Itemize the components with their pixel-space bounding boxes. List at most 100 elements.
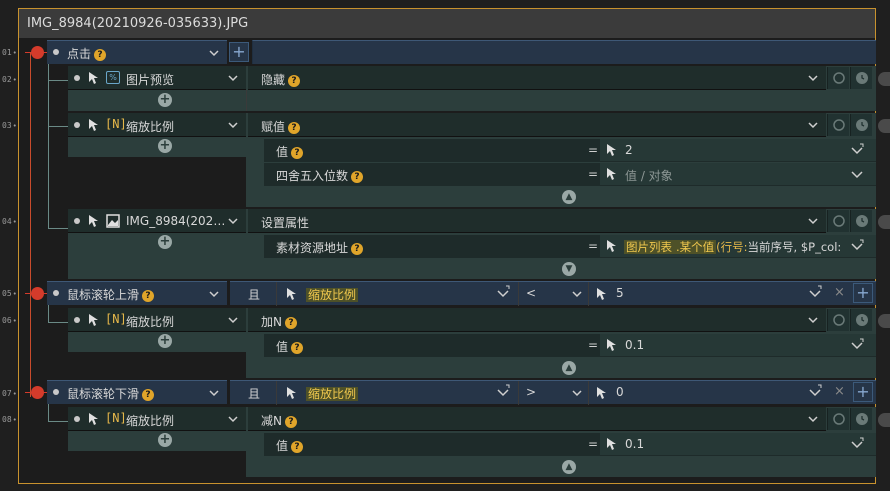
- chevron-down-icon[interactable]: [226, 214, 240, 228]
- breakpoint-toggle[interactable]: [25, 386, 50, 399]
- chevron-down-icon[interactable]: [226, 313, 240, 327]
- help-icon[interactable]: ?: [288, 75, 301, 87]
- collapse-button[interactable]: ▲: [562, 190, 576, 204]
- target-selector[interactable]: [N] 缩放比例: [68, 308, 246, 332]
- action-selector[interactable]: 减N?: [248, 407, 826, 431]
- operator-select[interactable]: >: [526, 385, 536, 399]
- target-selector[interactable]: [N] 缩放比例: [68, 113, 246, 137]
- chevron-down-icon[interactable]: [207, 46, 221, 60]
- value-input[interactable]: 2: [600, 139, 876, 161]
- collapse-button[interactable]: ▼: [562, 262, 576, 276]
- drag-handle[interactable]: [74, 122, 80, 128]
- action-selector[interactable]: 设置属性: [248, 209, 826, 233]
- expand-chevron-icon[interactable]: [496, 285, 510, 299]
- refresh-button[interactable]: [827, 408, 849, 430]
- refresh-button[interactable]: [827, 210, 849, 232]
- remove-condition-button[interactable]: ×: [834, 384, 845, 399]
- help-icon[interactable]: ?: [284, 416, 297, 428]
- help-icon[interactable]: ?: [284, 317, 297, 329]
- event-selector-click[interactable]: 点击?: [47, 40, 227, 64]
- add-action-button[interactable]: +: [158, 235, 172, 249]
- add-condition-button[interactable]: +: [853, 283, 873, 303]
- side-handle[interactable]: [878, 119, 890, 133]
- chevron-down-icon[interactable]: [806, 118, 820, 132]
- target-selector[interactable]: IMG_8984(202…: [68, 209, 246, 233]
- breakpoint-toggle[interactable]: [25, 287, 50, 300]
- breakpoint-toggle[interactable]: [25, 46, 50, 59]
- side-handle[interactable]: [878, 215, 890, 229]
- side-handle[interactable]: [878, 72, 890, 86]
- chevron-down-icon[interactable]: [570, 386, 584, 400]
- collapse-button[interactable]: ▲: [562, 361, 576, 375]
- chevron-down-icon[interactable]: [570, 287, 584, 301]
- variable-chip[interactable]: 缩放比例: [306, 288, 359, 302]
- help-icon[interactable]: ?: [291, 147, 304, 159]
- add-condition-button[interactable]: +: [229, 42, 249, 62]
- help-icon[interactable]: ?: [291, 441, 304, 453]
- action-selector[interactable]: 加N?: [248, 308, 826, 332]
- help-icon[interactable]: ?: [94, 49, 107, 61]
- drag-handle[interactable]: [74, 416, 80, 422]
- expand-chevron-icon[interactable]: [496, 384, 510, 398]
- side-handle[interactable]: [878, 314, 890, 328]
- drag-handle[interactable]: [53, 49, 59, 55]
- chevron-down-icon[interactable]: [207, 287, 221, 301]
- drag-handle[interactable]: [74, 218, 80, 224]
- chevron-down-icon[interactable]: [806, 412, 820, 426]
- action-selector[interactable]: 赋值?: [248, 113, 826, 137]
- add-action-button[interactable]: +: [158, 139, 172, 153]
- clock-button[interactable]: [850, 210, 872, 232]
- value-input[interactable]: 0.1: [600, 334, 876, 356]
- value-input[interactable]: 值 / 对象: [600, 163, 876, 185]
- expand-chevron-icon[interactable]: [850, 167, 864, 181]
- target-selector[interactable]: % 图片预览: [68, 66, 246, 90]
- collapse-button[interactable]: ▲: [562, 460, 576, 474]
- chevron-down-icon[interactable]: [806, 71, 820, 85]
- add-action-button[interactable]: +: [158, 433, 172, 447]
- operator-select[interactable]: <: [526, 286, 536, 300]
- value-input[interactable]: 0.1: [600, 433, 876, 455]
- add-condition-button[interactable]: +: [853, 382, 873, 402]
- compare-value[interactable]: 0: [616, 385, 624, 399]
- add-action-button[interactable]: +: [158, 93, 172, 107]
- value-input[interactable]: 图片列表 .某个值 (行号:当前序号, $P_col:: [600, 235, 876, 257]
- refresh-button[interactable]: [827, 67, 849, 89]
- action-selector[interactable]: 隐藏?: [248, 66, 826, 90]
- expand-chevron-icon[interactable]: [808, 285, 822, 299]
- chevron-down-icon[interactable]: [226, 118, 240, 132]
- chevron-down-icon[interactable]: [226, 412, 240, 426]
- remove-condition-button[interactable]: ×: [834, 285, 845, 300]
- expand-chevron-icon[interactable]: [850, 338, 864, 352]
- chevron-down-icon[interactable]: [207, 386, 221, 400]
- help-icon[interactable]: ?: [142, 290, 155, 302]
- clock-button[interactable]: [850, 67, 872, 89]
- help-icon[interactable]: ?: [142, 389, 155, 401]
- expand-chevron-icon[interactable]: [850, 437, 864, 451]
- variable-chip[interactable]: 缩放比例: [306, 387, 359, 401]
- help-icon[interactable]: ?: [291, 342, 304, 354]
- expand-chevron-icon[interactable]: [808, 384, 822, 398]
- target-selector[interactable]: [N] 缩放比例: [68, 407, 246, 431]
- help-icon[interactable]: ?: [351, 243, 364, 255]
- add-action-button[interactable]: +: [158, 334, 172, 348]
- help-icon[interactable]: ?: [351, 171, 364, 183]
- compare-value[interactable]: 5: [616, 286, 624, 300]
- drag-handle[interactable]: [74, 317, 80, 323]
- event-selector-wheel-up[interactable]: 鼠标滚轮上滑?: [47, 281, 227, 305]
- help-icon[interactable]: ?: [288, 122, 301, 134]
- refresh-button[interactable]: [827, 309, 849, 331]
- expand-chevron-icon[interactable]: [850, 143, 864, 157]
- drag-handle[interactable]: [74, 75, 80, 81]
- drag-handle[interactable]: [53, 389, 59, 395]
- expand-chevron-icon[interactable]: [850, 239, 864, 253]
- chevron-down-icon[interactable]: [806, 214, 820, 228]
- clock-button[interactable]: [850, 309, 872, 331]
- refresh-button[interactable]: [827, 114, 849, 136]
- drag-handle[interactable]: [53, 290, 59, 296]
- side-handle[interactable]: [878, 413, 890, 427]
- clock-button[interactable]: [850, 408, 872, 430]
- clock-button[interactable]: [850, 114, 872, 136]
- chevron-down-icon[interactable]: [226, 71, 240, 85]
- chevron-down-icon[interactable]: [806, 313, 820, 327]
- event-selector-wheel-down[interactable]: 鼠标滚轮下滑?: [47, 380, 227, 404]
